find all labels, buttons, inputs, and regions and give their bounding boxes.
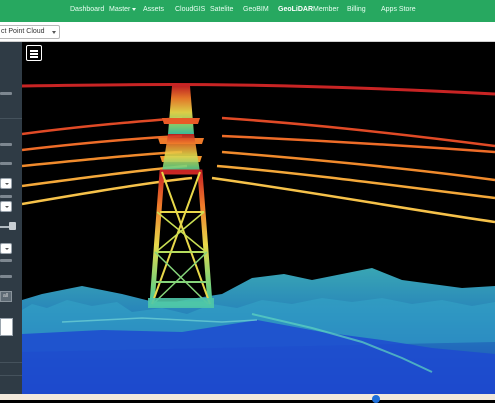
sidebar-control[interactable] bbox=[0, 162, 12, 165]
sidebar-select[interactable] bbox=[0, 201, 12, 212]
hamburger-menu-icon[interactable] bbox=[26, 45, 42, 61]
nav-apps-store[interactable]: Apps Store bbox=[381, 6, 416, 13]
power-line bbox=[221, 150, 495, 182]
menu-line bbox=[30, 50, 38, 52]
power-line bbox=[22, 116, 183, 136]
nav-assets[interactable]: Assets bbox=[143, 6, 164, 13]
point-cloud-viewport[interactable] bbox=[22, 42, 495, 394]
sidebar-divider bbox=[0, 375, 22, 376]
chevron-down-icon bbox=[5, 248, 9, 250]
status-bar bbox=[0, 394, 495, 403]
menu-line bbox=[30, 53, 38, 55]
sidebar-button[interactable]: all bbox=[0, 291, 12, 302]
layer-select[interactable]: ct Point Cloud bbox=[0, 25, 60, 39]
sidebar-select[interactable] bbox=[0, 243, 12, 254]
power-line-top bbox=[22, 82, 495, 96]
toolbar: ct Point Cloud bbox=[0, 22, 495, 42]
nav-cloudgis[interactable]: CloudGIS bbox=[175, 6, 205, 13]
sidebar-control[interactable] bbox=[0, 195, 12, 198]
chevron-down-icon bbox=[5, 183, 9, 185]
power-line bbox=[216, 164, 495, 200]
nav-billing[interactable]: Billing bbox=[347, 6, 366, 13]
menu-line bbox=[30, 56, 38, 58]
point-cloud-render[interactable] bbox=[22, 42, 495, 394]
power-line bbox=[22, 134, 183, 152]
power-line bbox=[22, 150, 183, 168]
sidebar-select[interactable] bbox=[0, 178, 12, 189]
sidebar-divider bbox=[0, 118, 22, 119]
nav-geobim[interactable]: GeoBIM bbox=[243, 6, 269, 13]
chevron-down-icon bbox=[52, 31, 56, 34]
nav-member[interactable]: Member bbox=[313, 6, 339, 13]
control-sidebar: all bbox=[0, 42, 22, 394]
sidebar-control[interactable] bbox=[0, 275, 12, 278]
sidebar-divider bbox=[0, 362, 22, 363]
nav-satelite[interactable]: Satelite bbox=[210, 6, 233, 13]
sidebar-control[interactable] bbox=[0, 143, 12, 146]
nav-dashboard[interactable]: Dashboard bbox=[70, 6, 104, 13]
power-line bbox=[221, 134, 495, 154]
status-dot-icon[interactable] bbox=[372, 395, 380, 403]
sidebar-color-box[interactable] bbox=[0, 318, 13, 336]
sidebar-control[interactable] bbox=[0, 259, 12, 262]
nav-master-label: Master bbox=[109, 6, 131, 13]
nav-geolidar[interactable]: GeoLiDAR bbox=[278, 6, 313, 13]
chevron-down-icon bbox=[132, 7, 137, 11]
power-line bbox=[211, 176, 495, 224]
layer-select-value: ct Point Cloud bbox=[1, 28, 45, 35]
slider-handle[interactable] bbox=[9, 222, 16, 230]
sidebar-control[interactable] bbox=[0, 92, 12, 95]
chevron-down-icon bbox=[5, 206, 9, 208]
top-navbar: Dashboard Master Assets CloudGIS Satelit… bbox=[0, 0, 495, 22]
nav-master[interactable]: Master bbox=[109, 6, 137, 13]
